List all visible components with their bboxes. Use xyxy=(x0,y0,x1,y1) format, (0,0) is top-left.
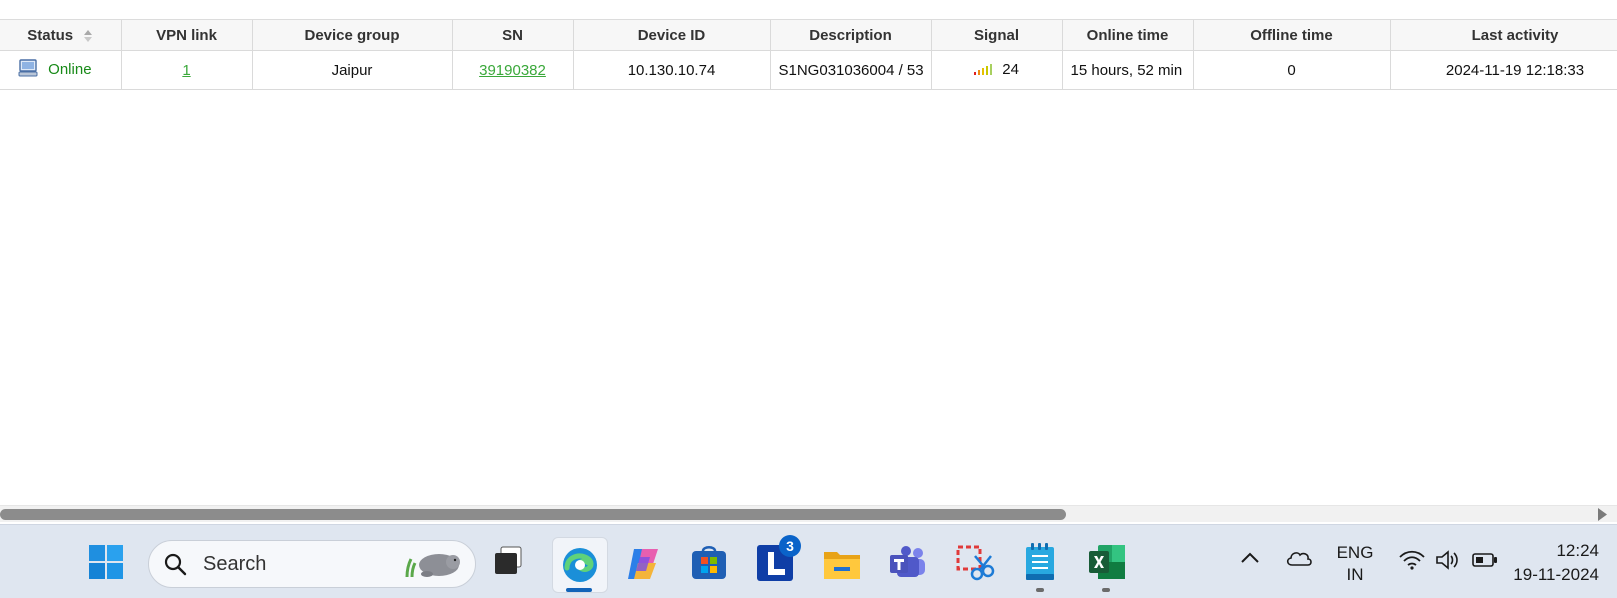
online-time-cell: 15 hours, 52 min xyxy=(1062,50,1194,90)
device-table-panel: Status VPN link Device group SN Device I… xyxy=(0,0,1617,505)
search-label: Search xyxy=(203,553,267,575)
sn-cell: 39190382 xyxy=(452,50,574,90)
column-header-label: Status xyxy=(27,26,74,44)
status-cell: Online xyxy=(0,50,122,90)
column-header-online-time[interactable]: Online time xyxy=(1062,20,1194,51)
file-explorer-icon[interactable] xyxy=(823,547,861,586)
signal-value: 24 xyxy=(1002,61,1019,78)
table-row[interactable]: Online 1 Jaipur 39190382 10.130.10.74 S1… xyxy=(0,50,1617,90)
status-text: Online xyxy=(48,61,92,78)
column-header-offline-time[interactable]: Offline time xyxy=(1193,20,1391,51)
computer-icon xyxy=(18,58,38,82)
device-id-cell: 10.130.10.74 xyxy=(573,50,771,90)
taskbar-clock[interactable]: 12:24 19-11-2024 xyxy=(1513,539,1599,587)
manatee-search-highlight-icon xyxy=(403,547,465,586)
clock-time: 12:24 xyxy=(1556,541,1599,560)
offline-time-cell: 0 xyxy=(1193,50,1391,90)
active-app-indicator xyxy=(566,588,592,592)
taskbar: Search 3 ENG IN 12:24 19-11-2024 xyxy=(0,524,1617,598)
scrollbar-thumb[interactable] xyxy=(0,509,1066,520)
sn-link[interactable]: 39190382 xyxy=(479,62,546,79)
task-view-icon[interactable] xyxy=(493,546,525,581)
snipping-tool-icon[interactable] xyxy=(955,544,995,589)
vpn-link-cell: 1 xyxy=(121,50,253,90)
column-header-sn[interactable]: SN xyxy=(452,20,574,51)
column-header-status[interactable]: Status xyxy=(0,20,122,51)
vpn-link[interactable]: 1 xyxy=(182,62,190,79)
column-header-signal[interactable]: Signal xyxy=(931,20,1063,51)
table-header-row: Status VPN link Device group SN Device I… xyxy=(0,20,1617,51)
running-app-indicator xyxy=(1102,588,1110,592)
column-header-vpn-link[interactable]: VPN link xyxy=(121,20,253,51)
device-table: Status VPN link Device group SN Device I… xyxy=(0,20,1617,90)
description-cell: S1NG031036004 / 53 xyxy=(770,50,932,90)
language-region: IN xyxy=(1346,565,1364,584)
taskbar-search-box[interactable]: Search xyxy=(148,540,476,588)
language-code: ENG xyxy=(1336,543,1374,562)
notepad-icon[interactable] xyxy=(1024,542,1056,587)
column-header-device-id[interactable]: Device ID xyxy=(573,20,771,51)
wifi-icon[interactable] xyxy=(1399,550,1425,575)
teams-icon[interactable] xyxy=(889,545,927,586)
onedrive-cloud-icon[interactable] xyxy=(1285,549,1313,572)
edge-browser-icon xyxy=(563,548,597,582)
sort-arrows-icon[interactable] xyxy=(83,29,93,43)
chevron-up-icon[interactable] xyxy=(1241,551,1259,569)
copilot-icon[interactable] xyxy=(624,545,662,588)
column-header-description[interactable]: Description xyxy=(770,20,932,51)
clock-date: 19-11-2024 xyxy=(1513,565,1599,584)
excel-icon[interactable] xyxy=(1088,544,1126,585)
edge-browser-button[interactable] xyxy=(552,537,608,593)
windows-start-icon[interactable] xyxy=(88,544,124,585)
running-app-indicator xyxy=(1036,588,1044,592)
last-activity-cell: 2024-11-19 12:18:33 xyxy=(1390,50,1617,90)
volume-icon[interactable] xyxy=(1435,549,1461,576)
language-indicator[interactable]: ENG IN xyxy=(1333,542,1377,586)
column-header-device-group[interactable]: Device group xyxy=(252,20,453,51)
battery-icon[interactable] xyxy=(1472,552,1498,573)
microsoft-store-icon[interactable] xyxy=(691,545,727,586)
column-header-last-activity[interactable]: Last activity xyxy=(1390,20,1617,51)
signal-cell: 24 xyxy=(931,50,1063,90)
signal-strength-icon xyxy=(974,62,993,79)
device-group-cell: Jaipur xyxy=(252,50,453,90)
search-icon xyxy=(163,552,187,581)
notification-badge: 3 xyxy=(779,535,801,557)
horizontal-scrollbar[interactable] xyxy=(0,505,1617,522)
